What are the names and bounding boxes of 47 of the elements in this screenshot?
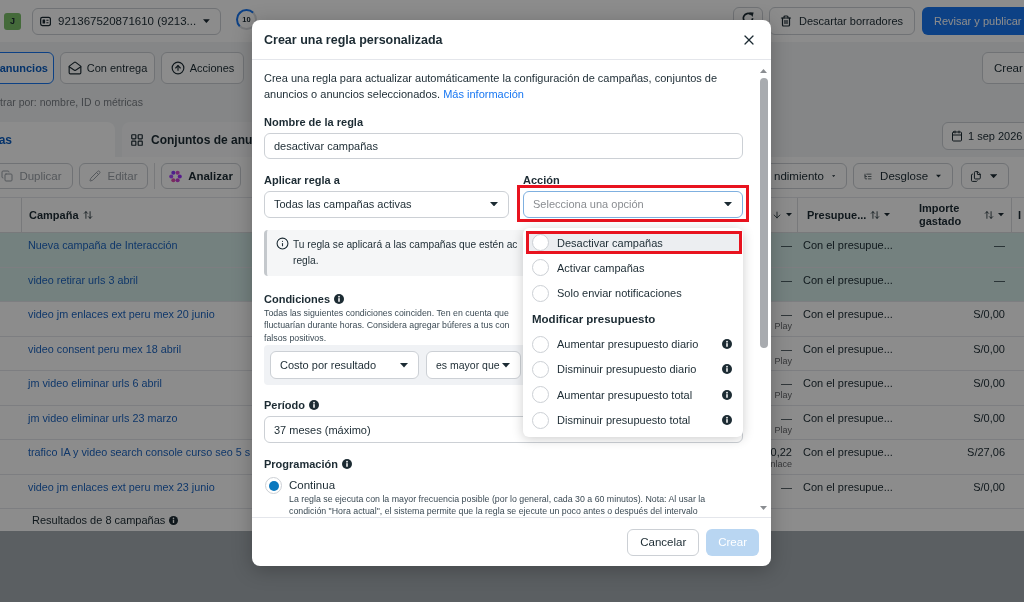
table-cell: Con el presupue... xyxy=(803,239,893,252)
table-cell: — xyxy=(781,342,792,356)
field-label: Acción xyxy=(523,172,560,188)
modal-title: Crear una regla personalizada xyxy=(264,32,443,47)
table-cell: — xyxy=(781,411,792,425)
table-cell-note: Play xyxy=(774,355,792,367)
table-cell: Con el presupue... xyxy=(803,446,893,459)
notice-text: Tu regla se aplicará a las campañas que estén ac regla. xyxy=(293,237,518,268)
table-cell: — xyxy=(781,377,792,390)
results-count: Resultados de 8 campañas xyxy=(32,513,166,527)
table-cell: S/0,00 xyxy=(973,308,1005,321)
table-cell: S/0,00 xyxy=(973,411,1005,425)
column-header: I xyxy=(1018,209,1022,221)
account-avatar: J xyxy=(4,12,21,30)
table-cell: 0,22 xyxy=(770,446,792,459)
section-label: Período xyxy=(264,398,305,414)
table-cell: Con el presupue... xyxy=(803,273,893,287)
section-label: Programación xyxy=(264,457,338,472)
table-cell: S/0,00 xyxy=(973,480,1005,494)
table-cell: S/27,06 xyxy=(967,446,1005,459)
column-header: Importe gastado xyxy=(919,202,963,228)
table-cell: — xyxy=(994,273,1005,287)
table-cell: Con el presupue... xyxy=(803,342,893,356)
table-cell: Con el presupue... xyxy=(803,377,893,390)
table-cell: — xyxy=(781,239,792,252)
intro-text: Crea una regla para actualizar automáticamente la configuración de campañas, conjuntos de anuncios o anuncios seleccionados. Más información xyxy=(264,71,719,102)
table-cell-note: Play xyxy=(774,424,792,436)
table-cell: — xyxy=(781,308,792,321)
option-description: La regla se ejecuta con la mayor frecuencia posible (por lo general, cada 30 a 60 minutos). Nota: Al usar la condición "Hora actual", el sistema permite que la regla se ejecute un poco antes o después del intervalo xyxy=(289,493,706,517)
column-header: Campaña xyxy=(29,209,79,221)
table-cell: — xyxy=(781,273,792,287)
table-cell: S/0,00 xyxy=(973,342,1005,356)
option-label: Continua xyxy=(289,478,336,493)
field-label: Aplicar regla a xyxy=(264,172,340,188)
table-cell: — xyxy=(994,239,1005,252)
section-label: Condiciones xyxy=(264,291,330,307)
table-cell: Con el presupue... xyxy=(803,411,893,425)
menu-section-heading: Modificar presupuesto xyxy=(531,311,657,327)
table-cell: Con el presupue... xyxy=(803,480,893,494)
table-cell: — xyxy=(781,480,792,494)
table-cell-note: Play xyxy=(774,321,792,332)
table-cell: S/0,00 xyxy=(973,377,1005,390)
column-header: Presupue... xyxy=(807,209,867,221)
table-cell: Con el presupue... xyxy=(803,308,893,321)
table-cell-note: nlace xyxy=(770,459,792,470)
table-cell-note: Play xyxy=(774,390,792,401)
conditions-description: Todas las siguientes condiciones coinciden. Ten en cuenta que fluctuarían durante horas. Considera agregar búferes a tus con falsos positivos. xyxy=(264,306,510,345)
